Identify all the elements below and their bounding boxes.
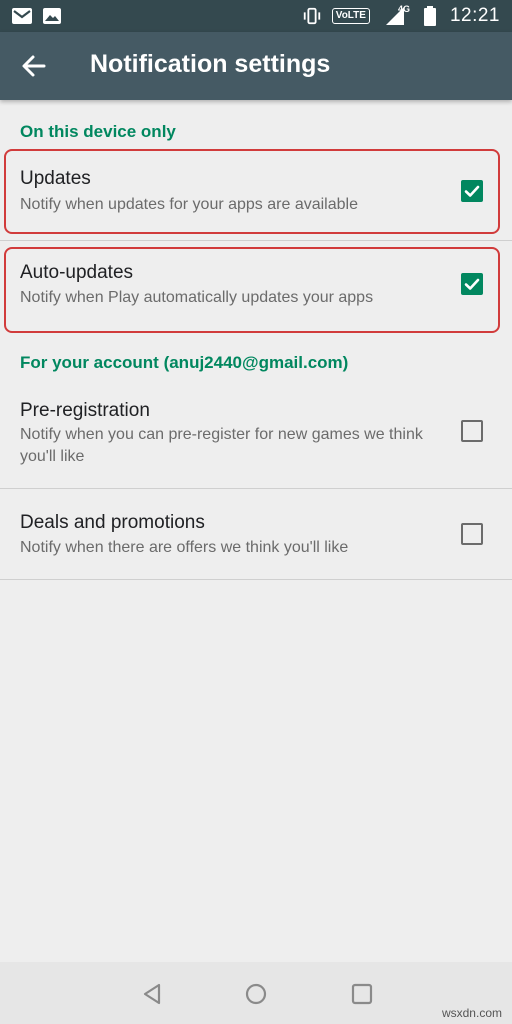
recents-square-icon[interactable] [350,982,374,1006]
gmail-icon [12,6,32,26]
app-bar: Notification settings [0,32,512,100]
setting-subtitle: Notify when there are offers we think yo… [20,539,349,556]
setting-subtitle: Notify when you can pre-register for new… [20,426,423,465]
setting-title: Deals and promotions [20,512,205,533]
signal-icon: 4G [380,4,410,26]
network-label: 4G [397,4,410,14]
back-arrow-icon[interactable] [20,52,48,80]
setting-row-deals[interactable]: Deals and promotions Notify when there a… [0,489,512,579]
watermark: wsxdn.com [441,1006,502,1020]
section-header-account: For your account (anuj2440@gmail.com) [20,353,349,372]
deals-checkbox[interactable] [461,523,483,545]
page-title: Notification settings [90,50,331,78]
section-header-device: On this device only [20,122,176,141]
photo-icon [42,6,62,26]
back-triangle-icon[interactable] [140,982,164,1006]
pre-registration-checkbox[interactable] [461,420,483,442]
setting-title: Pre-registration [20,400,150,421]
battery-icon [420,6,440,26]
volte-badge: VoLTE [331,8,370,24]
divider [0,579,512,580]
setting-row-pre-registration[interactable]: Pre-registration Notify when you can pre… [0,384,512,488]
home-circle-icon[interactable] [244,982,268,1006]
highlight-box [4,247,500,333]
status-bar: VoLTE 4G 12:21 [0,0,512,32]
clock: 12:21 [449,5,500,26]
vibrate-icon [302,6,322,26]
divider [0,240,512,241]
highlight-box [4,149,500,234]
navigation-bar: wsxdn.com [0,962,512,1024]
